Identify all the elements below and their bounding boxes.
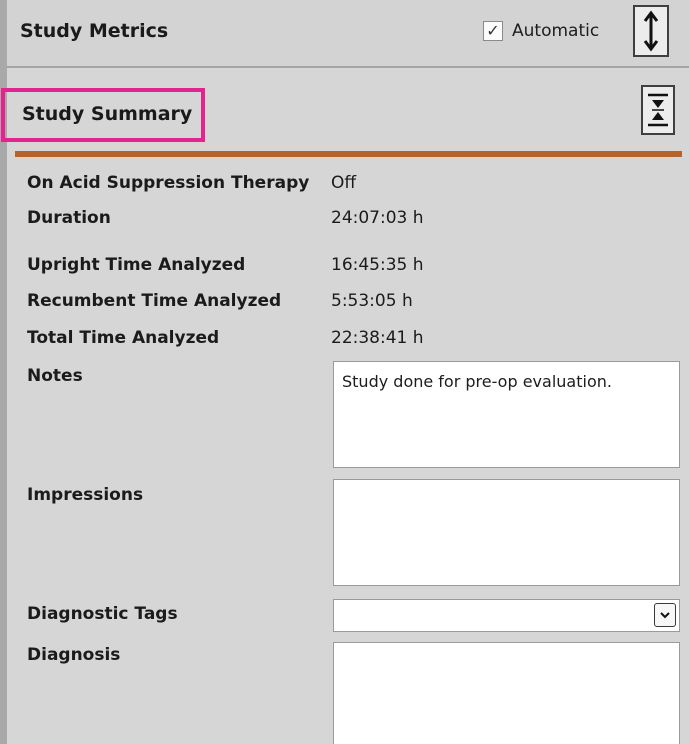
- recumbent-time-value: 5:53:05 h: [331, 291, 413, 311]
- impressions-textarea[interactable]: [333, 479, 680, 586]
- study-summary-title: Study Summary: [22, 103, 193, 125]
- automatic-checkbox[interactable]: ✓: [483, 21, 503, 41]
- automatic-label[interactable]: Automatic: [512, 21, 599, 41]
- duration-label: Duration: [27, 208, 111, 228]
- expand-vertical-icon: [643, 10, 659, 52]
- diagnostic-tags-dropdown-button[interactable]: [654, 603, 676, 627]
- notes-textarea[interactable]: Study done for pre-op evaluation.: [333, 361, 680, 468]
- total-time-value: 22:38:41 h: [331, 328, 424, 348]
- acid-therapy-label: On Acid Suppression Therapy: [27, 173, 310, 193]
- chevron-down-icon: [660, 612, 670, 619]
- summary-accent-bar: [15, 151, 682, 157]
- study-metrics-header[interactable]: Study Metrics ✓ Automatic: [7, 0, 689, 68]
- notes-label: Notes: [27, 366, 83, 386]
- expand-vertical-button[interactable]: [633, 5, 669, 57]
- duration-value: 24:07:03 h: [331, 208, 424, 228]
- acid-therapy-value: Off: [331, 173, 357, 193]
- diagnostic-tags-label: Diagnostic Tags: [27, 604, 178, 624]
- upright-time-label: Upright Time Analyzed: [27, 255, 246, 275]
- diagnosis-textarea[interactable]: [333, 642, 680, 744]
- study-summary-header[interactable]: Study Summary: [1, 68, 689, 150]
- recumbent-time-label: Recumbent Time Analyzed: [27, 291, 282, 311]
- diagnosis-label: Diagnosis: [27, 645, 121, 665]
- total-time-label: Total Time Analyzed: [27, 328, 220, 348]
- study-metrics-title: Study Metrics: [20, 20, 169, 42]
- impressions-label: Impressions: [27, 485, 144, 505]
- diagnostic-tags-select[interactable]: [333, 599, 680, 632]
- study-panel: Study Metrics ✓ Automatic Study Summary …: [0, 0, 689, 744]
- upright-time-value: 16:45:35 h: [331, 255, 424, 275]
- collapse-vertical-icon: [648, 93, 668, 127]
- collapse-vertical-button[interactable]: [641, 85, 675, 135]
